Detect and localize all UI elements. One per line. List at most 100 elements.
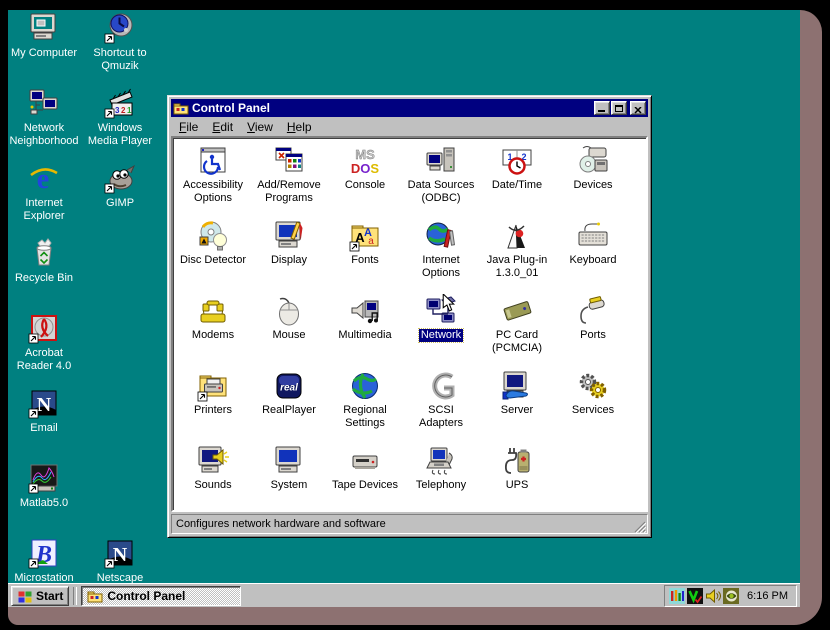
desktop-icon-label: Email <box>30 422 58 434</box>
status-text: Configures network hardware and software <box>176 518 386 530</box>
cp-item-label: Keyboard <box>567 254 618 267</box>
cp-item-sounds[interactable]: Sounds <box>175 443 251 512</box>
scsi-adapters-icon <box>425 370 457 402</box>
cp-item-realplayer[interactable]: realRealPlayer <box>251 368 327 443</box>
cp-item-mouse[interactable]: Mouse <box>251 293 327 368</box>
cp-item-label: Regional Settings <box>327 404 403 430</box>
status-bar: Configures network hardware and software <box>171 514 648 534</box>
cp-item-internet-options[interactable]: Internet Options <box>403 218 479 293</box>
cp-item-ports[interactable]: Ports <box>555 293 631 368</box>
control-panel-folder-icon <box>173 100 189 116</box>
menu-item-help[interactable]: Help <box>280 118 319 136</box>
cp-item-label: Modems <box>190 329 236 342</box>
pc-card-icon <box>501 295 533 327</box>
close-button[interactable] <box>630 101 646 115</box>
cp-item-java-plug-in-1-3-0-01[interactable]: Java Plug-in 1.3.0_01 <box>479 218 555 293</box>
sounds-icon <box>197 445 229 477</box>
desktop-icon-windows-media-player[interactable]: 321Windows Media Player <box>84 87 156 148</box>
cp-item-disc-detector[interactable]: Disc Detector <box>175 218 251 293</box>
cp-item-accessibility-options[interactable]: Accessibility Options <box>175 143 251 218</box>
ports-icon <box>577 295 609 327</box>
datetime-icon: 12 <box>501 145 533 177</box>
cp-item-keyboard[interactable]: Keyboard <box>555 218 631 293</box>
cp-item-ups[interactable]: UPS <box>479 443 555 512</box>
cp-item-label: Console <box>343 179 387 192</box>
internet-options-icon <box>425 220 457 252</box>
devices-icon <box>577 145 609 177</box>
desktop-icon-label: Network Neighborhood <box>9 122 78 147</box>
resize-grip[interactable] <box>634 520 646 532</box>
volume-tray-icon[interactable] <box>705 588 721 604</box>
control-panel-grid: Accessibility OptionsAdd/Remove Programs… <box>173 138 646 512</box>
taskbar-clock[interactable]: 6:16 PM <box>747 590 788 602</box>
cp-item-regional-settings[interactable]: Regional Settings <box>327 368 403 443</box>
cp-item-pc-card-pcmcia[interactable]: PC Card (PCMCIA) <box>479 293 555 368</box>
desktop[interactable]: My Computer Shortcut to Qmuzik Network Nei… <box>8 10 800 607</box>
cp-item-tape-devices[interactable]: Tape Devices <box>327 443 403 512</box>
modems-icon <box>197 295 229 327</box>
desktop-icon-gimp[interactable]: GIMP <box>84 162 156 210</box>
desktop-icon-netscape[interactable]: NNetscape <box>84 537 156 585</box>
cp-item-services[interactable]: Services <box>555 368 631 443</box>
svg-text:2: 2 <box>121 106 126 115</box>
cp-item-printers[interactable]: Printers <box>175 368 251 443</box>
desktop-icon-matlab5-0[interactable]: Matlab5.0 <box>8 462 80 510</box>
cp-item-network[interactable]: Network <box>403 293 479 368</box>
desktop-icon-label: My Computer <box>11 47 77 59</box>
desktop-icon-internet-explorer[interactable]: eInternet Explorer <box>8 162 80 223</box>
menu-item-view[interactable]: View <box>240 118 280 136</box>
services-icon <box>577 370 609 402</box>
cp-item-server[interactable]: Server <box>479 368 555 443</box>
cp-item-label: Services <box>570 404 616 417</box>
cp-item-label: Telephony <box>414 479 468 492</box>
cp-item-scsi-adapters[interactable]: SCSI Adapters <box>403 368 479 443</box>
cp-item-date-time[interactable]: 12Date/Time <box>479 143 555 218</box>
cp-item-system[interactable]: System <box>251 443 327 512</box>
svg-text:1: 1 <box>127 106 132 115</box>
vshield-tray-icon[interactable] <box>687 588 703 604</box>
cp-item-console[interactable]: MSDOSConsole <box>327 143 403 218</box>
netscape-icon: N <box>103 537 137 569</box>
cp-item-label: Fonts <box>349 254 381 267</box>
cp-item-modems[interactable]: Modems <box>175 293 251 368</box>
desktop-icon-network-neighborhood[interactable]: Network Neighborhood <box>8 87 80 148</box>
keyboard-icon <box>577 220 609 252</box>
minimize-button[interactable] <box>594 101 610 115</box>
start-button[interactable]: Start <box>11 586 69 606</box>
cp-item-fonts[interactable]: AAaFonts <box>327 218 403 293</box>
taskbar-task-control-panel[interactable]: Control Panel <box>81 586 241 606</box>
cp-item-label: Printers <box>192 404 234 417</box>
menu-item-file[interactable]: File <box>172 118 205 136</box>
desktop-icon-label: Shortcut to Qmuzik <box>93 47 146 72</box>
telephony-icon <box>425 445 457 477</box>
cp-item-add-remove-programs[interactable]: Add/Remove Programs <box>251 143 327 218</box>
acrobat-icon <box>27 312 61 344</box>
desktop-icon-email[interactable]: NEmail <box>8 387 80 435</box>
desktop-icon-microstation[interactable]: BMicrostation <box>8 537 80 585</box>
accessibility-icon <box>197 145 229 177</box>
cp-item-label: System <box>269 479 310 492</box>
desktop-icon-recycle-bin[interactable]: Recycle Bin <box>8 237 80 285</box>
desktop-icon-label: Acrobat Reader 4.0 <box>17 347 71 372</box>
desktop-icon-my-computer[interactable]: My Computer <box>8 12 80 60</box>
nvidia-tray-icon[interactable] <box>723 588 739 604</box>
window-titlebar[interactable]: Control Panel <box>171 99 648 117</box>
control-panel-folder-icon <box>87 588 103 604</box>
recycle-bin-icon <box>27 237 61 269</box>
cp-item-data-sources-odbc[interactable]: Data Sources (ODBC) <box>403 143 479 218</box>
cp-item-label: UPS <box>504 479 531 492</box>
cp-item-telephony[interactable]: Telephony <box>403 443 479 512</box>
desktop-icon-acrobat-reader-4-0[interactable]: Acrobat Reader 4.0 <box>8 312 80 373</box>
cp-item-label: Internet Options <box>403 254 479 280</box>
menu-item-edit[interactable]: Edit <box>205 118 240 136</box>
desktop-icon-shortcut-to-qmuzik[interactable]: Shortcut to Qmuzik <box>84 12 156 73</box>
mixer-tray-icon[interactable] <box>669 588 685 604</box>
maximize-button[interactable] <box>611 101 627 115</box>
cp-item-devices[interactable]: Devices <box>555 143 631 218</box>
cp-item-label: Ports <box>578 329 608 342</box>
svg-text:DOS: DOS <box>351 161 380 176</box>
svg-text:N: N <box>113 544 128 566</box>
cp-item-multimedia[interactable]: Multimedia <box>327 293 403 368</box>
cp-item-display[interactable]: Display <box>251 218 327 293</box>
start-label: Start <box>36 589 63 603</box>
